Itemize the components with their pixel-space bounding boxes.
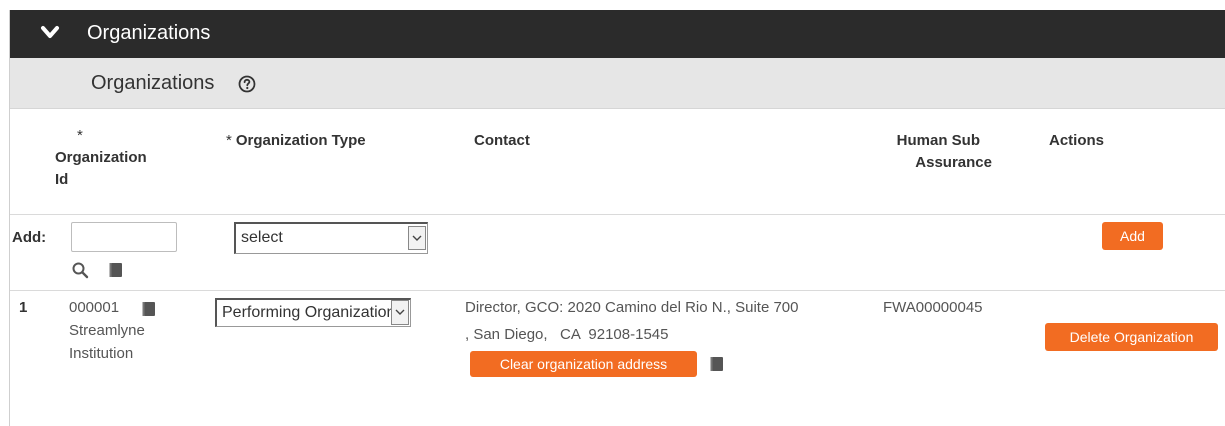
organization-id-input[interactable] [71, 222, 177, 252]
column-header-organization-id: * Organization Id [55, 125, 195, 191]
chevron-down-icon[interactable] [40, 24, 60, 42]
search-icon[interactable] [71, 261, 89, 279]
subsection-title: Organizations [91, 72, 215, 94]
column-label: Organization Type [235, 132, 366, 149]
column-label: Id [55, 171, 69, 188]
contact-address-line1: Director, GCO: 2020 Camino del Rio N., S… [465, 299, 799, 316]
column-label: Human Sub [896, 132, 980, 149]
row-index: 1 [19, 299, 28, 316]
organization-type-select[interactable]: Performing Organization [215, 298, 411, 327]
select-value: select [241, 229, 283, 246]
column-label: Contact [474, 132, 530, 149]
column-header-human-sub-assurance: Human Sub Assurance [882, 130, 992, 174]
organization-id: 000001 [69, 299, 120, 316]
human-sub-assurance-value: FWA00000045 [883, 299, 983, 316]
divider [10, 290, 1225, 291]
organization-type-select[interactable]: select [234, 222, 428, 254]
column-label: Actions [1049, 132, 1105, 149]
contact-address-line2: , San Diego, CA 92108-1545 [465, 326, 669, 343]
organization-name-line2: Institution [69, 345, 134, 362]
column-label: Organization [55, 149, 147, 166]
subsection-header: Organizations [10, 58, 1225, 109]
help-icon[interactable] [238, 75, 256, 93]
add-button[interactable]: Add [1102, 222, 1163, 250]
document-icon[interactable] [710, 356, 724, 372]
required-marker: * [77, 127, 83, 144]
organization-name-line1: Streamlyne [69, 322, 145, 339]
add-row-label: Add: [12, 229, 47, 246]
document-icon[interactable] [142, 301, 156, 317]
column-label: Assurance [915, 154, 992, 171]
required-marker: * [226, 132, 232, 149]
clear-organization-address-button[interactable]: Clear organization address [470, 351, 697, 377]
column-header-organization-type: * Organization Type [226, 130, 366, 152]
divider [10, 214, 1225, 215]
section-header[interactable]: Organizations [10, 10, 1225, 58]
organizations-panel: Organizations Organizations * Organizati… [9, 10, 1225, 426]
document-icon[interactable] [109, 262, 123, 278]
dropdown-arrow-icon[interactable] [408, 226, 426, 250]
section-title: Organizations [87, 22, 211, 44]
select-value: Performing Organization [222, 304, 392, 321]
dropdown-arrow-icon[interactable] [391, 300, 409, 325]
delete-organization-button[interactable]: Delete Organization [1045, 323, 1218, 351]
column-header-contact: Contact [474, 130, 530, 152]
column-header-actions: Actions [1049, 130, 1104, 152]
